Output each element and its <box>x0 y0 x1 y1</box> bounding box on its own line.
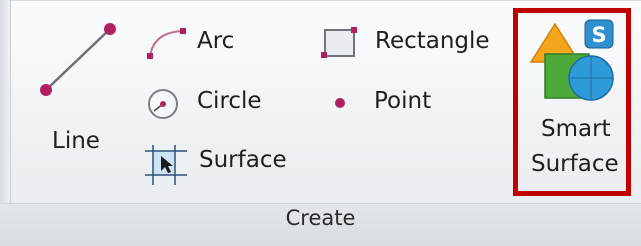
point-icon <box>335 98 345 108</box>
smart-surface-label-line2: Surface <box>531 151 619 177</box>
line-label: Line <box>52 128 100 154</box>
line-button[interactable]: Line <box>30 18 130 154</box>
surface-icon <box>145 145 187 185</box>
smart-surface-badge: S <box>591 23 606 47</box>
surface-label: Surface <box>199 147 287 173</box>
smart-surface-button[interactable]: S Smart Surface <box>513 8 631 196</box>
circle-button[interactable]: Circle <box>145 86 275 120</box>
smart-surface-label-line1: Smart <box>541 116 611 142</box>
line-icon <box>40 23 116 96</box>
surface-button[interactable]: Surface <box>145 145 305 185</box>
rectangle-icon <box>321 27 357 58</box>
group-label: Create <box>285 206 356 230</box>
arc-button[interactable]: Arc <box>145 26 255 60</box>
point-label: Point <box>374 88 432 114</box>
rectangle-label: Rectangle <box>375 28 490 54</box>
arc-icon <box>147 28 186 59</box>
circle-icon <box>148 89 178 119</box>
arc-label: Arc <box>197 28 235 54</box>
point-button[interactable]: Point <box>330 86 450 120</box>
rectangle-button[interactable]: Rectangle <box>320 26 515 60</box>
smart-surface-icon: S <box>529 19 614 101</box>
circle-label: Circle <box>197 88 262 114</box>
